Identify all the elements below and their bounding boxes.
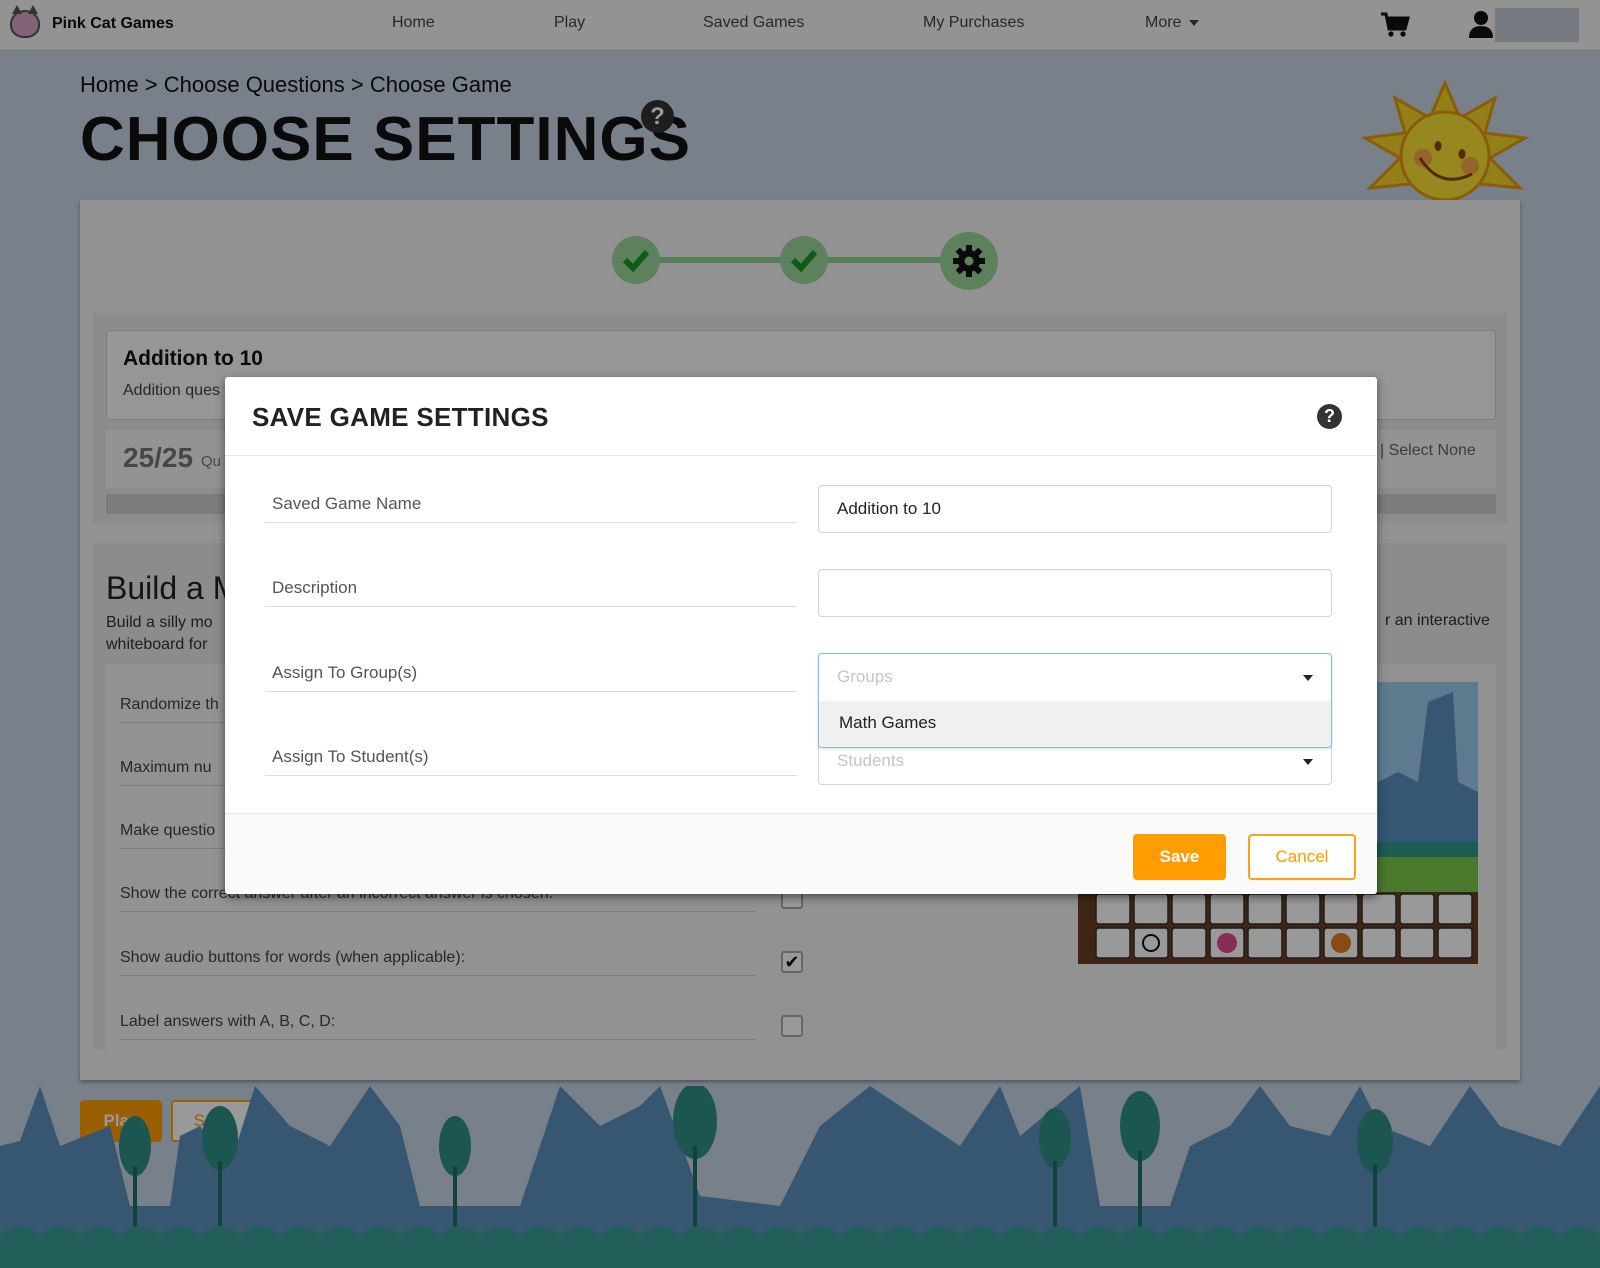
modal-title: SAVE GAME SETTINGS <box>252 402 549 432</box>
saved-game-name-label: Saved Game Name <box>265 494 797 523</box>
students-placeholder: Students <box>837 751 905 770</box>
assign-students-label: Assign To Student(s) <box>265 747 797 776</box>
modal-header: SAVE GAME SETTINGS ? <box>225 377 1377 456</box>
assign-groups-label: Assign To Group(s) <box>265 663 797 692</box>
save-game-settings-modal: SAVE GAME SETTINGS ? Saved Game Name Des… <box>225 377 1377 894</box>
description-input[interactable] <box>818 569 1332 617</box>
help-icon[interactable]: ? <box>1317 404 1342 429</box>
save-button[interactable]: Save <box>1133 834 1226 880</box>
modal-footer: Save Cancel <box>225 813 1377 894</box>
groups-select[interactable]: Groups Math Games <box>818 653 1332 748</box>
caret-down-icon <box>1303 675 1313 681</box>
groups-placeholder: Groups <box>837 667 893 686</box>
saved-game-name-input[interactable] <box>818 485 1332 533</box>
caret-down-icon <box>1303 759 1313 765</box>
groups-option-math-games[interactable]: Math Games <box>819 701 1331 747</box>
cancel-button[interactable]: Cancel <box>1248 834 1356 880</box>
description-label: Description <box>265 578 797 607</box>
